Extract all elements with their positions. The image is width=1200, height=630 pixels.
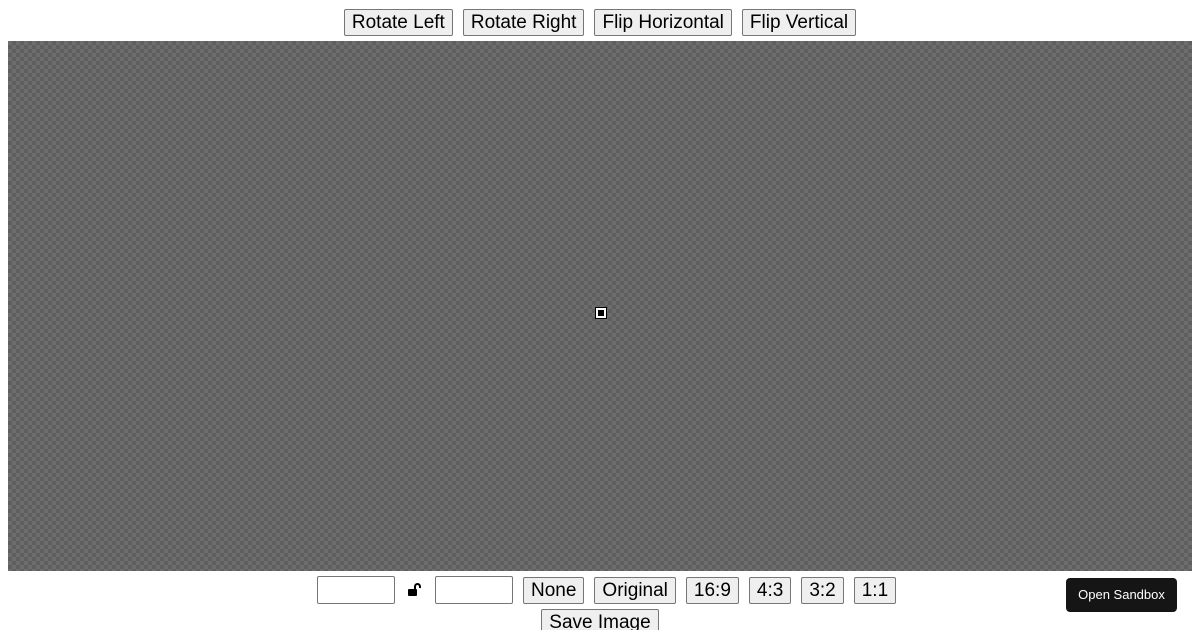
aspect-1-1-button[interactable]: 1:1 [853,576,897,604]
image-editor-page: Rotate Left Rotate Right Flip Horizontal… [0,0,1200,630]
width-input[interactable] [317,576,395,604]
rotate-right-button[interactable]: Rotate Right [462,9,585,36]
flip-vertical-button[interactable]: Flip Vertical [741,9,857,36]
aspect-4-3-button[interactable]: 4:3 [748,576,792,604]
aspect-16-9-button[interactable]: 16:9 [685,576,739,604]
height-input[interactable] [435,576,513,604]
open-sandbox-button[interactable]: Open Sandbox [1066,578,1177,612]
rotate-left-button[interactable]: Rotate Left [343,9,453,36]
crop-handle[interactable] [595,307,607,319]
image-canvas[interactable] [8,41,1192,571]
save-row: Save Image [0,609,1200,630]
crop-toolbar: None Original 16:9 4:3 3:2 1:1 [317,576,897,604]
aspect-none-button[interactable]: None [523,576,585,604]
transform-toolbar: Rotate Left Rotate Right Flip Horizontal… [0,9,1200,36]
aspect-3-2-button[interactable]: 3:2 [801,576,844,604]
aspect-original-button[interactable]: Original [594,576,676,604]
unlock-icon [408,583,421,596]
flip-horizontal-button[interactable]: Flip Horizontal [594,9,732,36]
aspect-lock-toggle[interactable] [395,576,435,604]
save-image-button[interactable]: Save Image [541,609,659,630]
